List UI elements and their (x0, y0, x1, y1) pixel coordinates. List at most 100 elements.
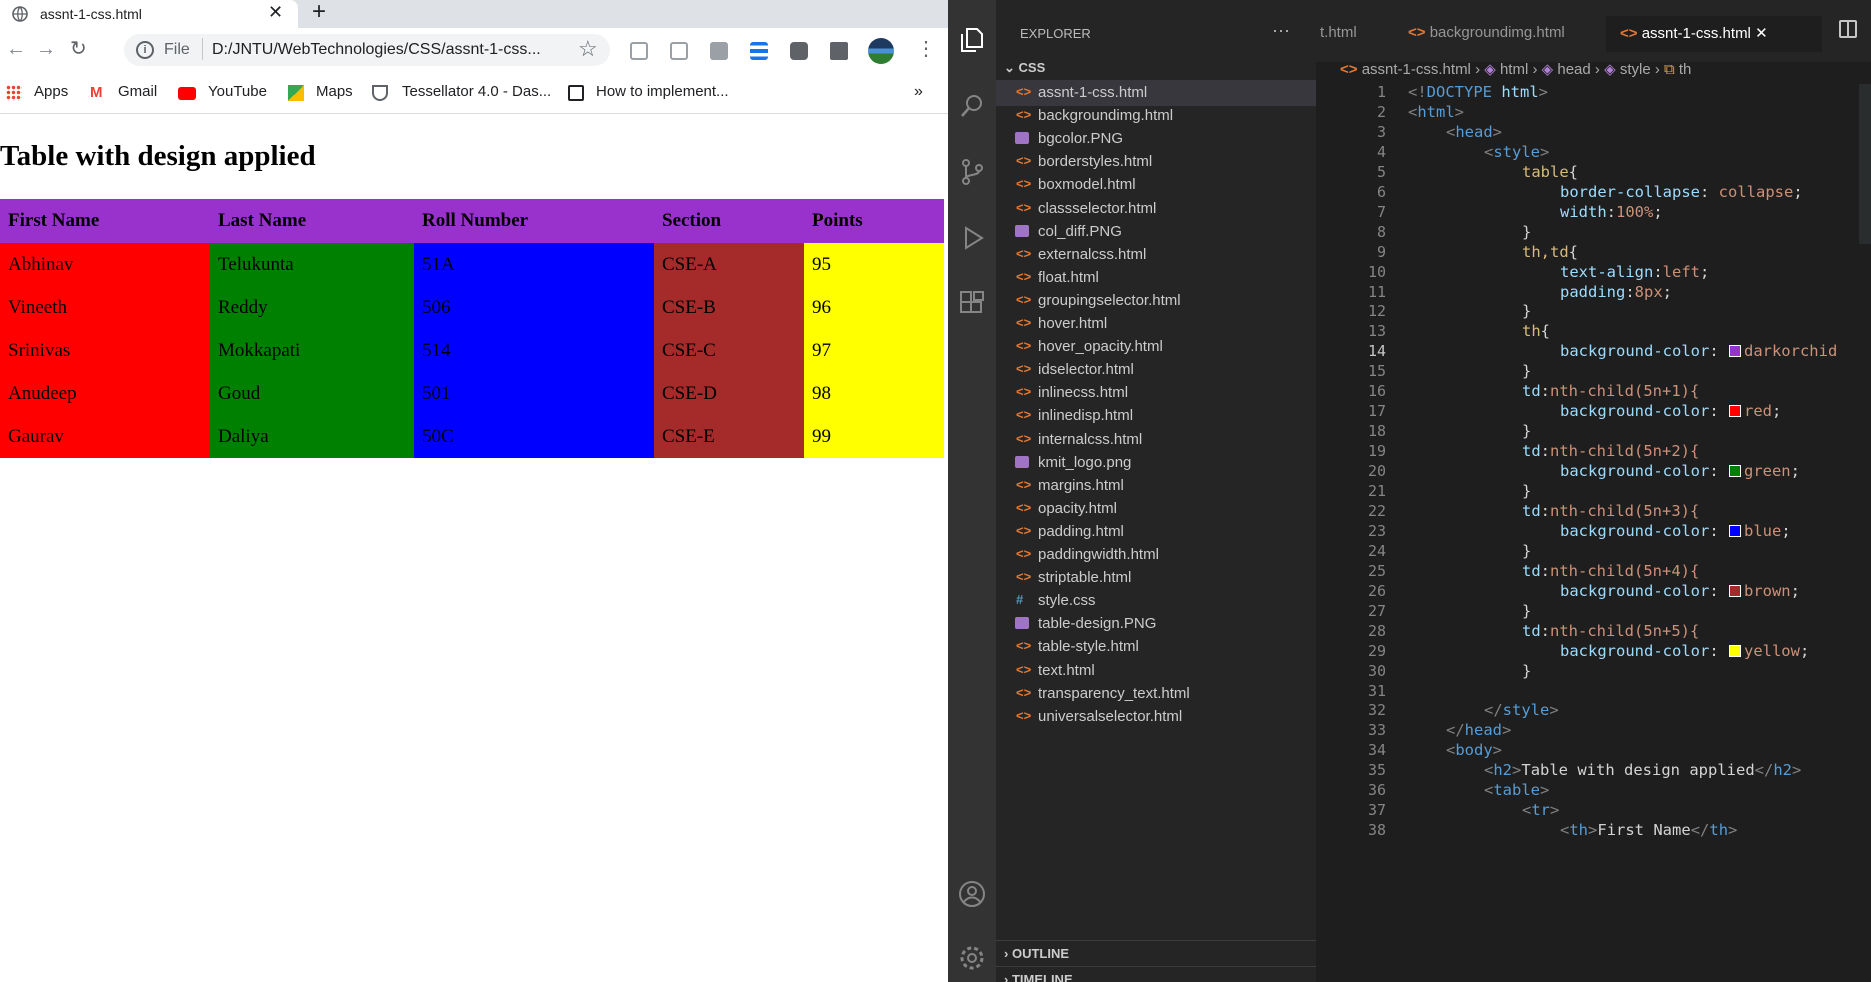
bookmark-maps[interactable]: Maps (316, 83, 353, 100)
file-item[interactable]: <> borderstyles.html (996, 149, 1316, 175)
file-item[interactable]: kmit_logo.png (996, 450, 1316, 476)
html-file-icon: <> (1016, 430, 1032, 446)
table-cell: Daliya (210, 415, 414, 458)
file-item[interactable]: table-design.PNG (996, 611, 1316, 637)
explorer-title: EXPLORER (1020, 26, 1091, 41)
file-item[interactable]: <> float.html (996, 265, 1316, 291)
editor-tab[interactable]: <> backgroundimg.html (1394, 16, 1604, 52)
extensions-icon[interactable] (958, 290, 986, 318)
back-button[interactable]: ← (6, 38, 26, 60)
minimap[interactable] (1859, 84, 1871, 244)
terminal-icon (568, 85, 584, 101)
settings-gear-icon[interactable] (958, 944, 986, 972)
color-swatch[interactable] (1728, 465, 1741, 478)
color-swatch[interactable] (1728, 405, 1741, 418)
extension-icon[interactable] (750, 42, 768, 60)
forward-button[interactable]: → (36, 38, 56, 60)
file-item[interactable]: # style.css (996, 588, 1316, 614)
pdf-extension-icon[interactable] (710, 42, 728, 60)
bookmarks-overflow-button[interactable]: » (914, 83, 923, 101)
close-tab-icon[interactable]: ✕ (1755, 25, 1768, 42)
file-item[interactable]: <> backgroundimg.html (996, 103, 1316, 129)
browser-tab[interactable]: assnt-1-css.html ✕ (0, 0, 298, 28)
bookmark-tessellator[interactable]: Tessellator 4.0 - Das... (402, 83, 551, 100)
file-item[interactable]: <> universalselector.html (996, 704, 1316, 730)
breadcrumb-file[interactable]: assnt-1-css.html (1362, 61, 1471, 78)
run-debug-icon[interactable] (958, 224, 986, 252)
html-file-icon: <> (1016, 707, 1032, 723)
explorer-files-icon[interactable] (958, 26, 986, 54)
file-item[interactable]: <> paddingwidth.html (996, 542, 1316, 568)
close-tab-icon[interactable]: ✕ (268, 2, 283, 22)
breadcrumb-item[interactable]: html (1500, 61, 1528, 78)
split-editor-icon[interactable] (1839, 20, 1857, 38)
extension-icon[interactable] (670, 42, 688, 60)
file-item[interactable]: <> boxmodel.html (996, 172, 1316, 198)
table-cell: Goud (210, 372, 414, 415)
file-item[interactable]: <> text.html (996, 658, 1316, 684)
url-text[interactable]: D:/JNTU/WebTechnologies/CSS/assnt-1-css.… (212, 41, 541, 59)
file-name: padding.html (1038, 522, 1124, 540)
avatar[interactable] (868, 38, 894, 64)
bookmark-gmail[interactable]: Gmail (118, 83, 157, 100)
table-cell: CSE-A (654, 243, 804, 286)
color-swatch[interactable] (1728, 584, 1741, 597)
file-item[interactable]: <> classselector.html (996, 196, 1316, 222)
address-bar[interactable]: i File D:/JNTU/WebTechnologies/CSS/assnt… (124, 34, 610, 66)
bookmark-youtube[interactable]: YouTube (208, 83, 267, 100)
table-row: Vineeth Reddy 506 CSE-B 96 (0, 286, 944, 329)
reload-button[interactable]: ↻ (70, 38, 87, 60)
search-icon[interactable] (958, 92, 986, 120)
file-item[interactable]: <> table-style.html (996, 634, 1316, 660)
bookmark-star-icon[interactable]: ☆ (578, 36, 598, 62)
file-item[interactable]: <> idselector.html (996, 357, 1316, 383)
code-editor[interactable]: 1 <!DOCTYPE html> 2 <html> 3 <head> 4 <style> 5 t… (1316, 83, 1871, 982)
file-name: idselector.html (1038, 361, 1134, 379)
file-item[interactable]: <> groupingselector.html (996, 288, 1316, 314)
html-file-icon: <> (1016, 384, 1032, 400)
file-item[interactable]: <> opacity.html (996, 496, 1316, 522)
html-file-icon: <> (1016, 569, 1032, 585)
color-swatch[interactable] (1728, 524, 1741, 537)
file-item[interactable]: <> hover.html (996, 311, 1316, 337)
color-swatch[interactable] (1728, 345, 1741, 358)
file-item[interactable]: <> margins.html (996, 473, 1316, 499)
breadcrumb-item[interactable]: th (1679, 61, 1692, 78)
file-item[interactable]: <> internalcss.html (996, 427, 1316, 453)
editor-tab-bar: t.html <> backgroundimg.html <> assnt-1-… (1316, 0, 1871, 62)
file-item[interactable]: <> assnt-1-css.html (996, 80, 1316, 106)
new-tab-button[interactable]: + (312, 0, 326, 24)
color-swatch[interactable] (1728, 644, 1741, 657)
puzzle-icon[interactable] (830, 42, 848, 60)
file-item[interactable]: <> padding.html (996, 519, 1316, 545)
file-item[interactable]: <> hover_opacity.html (996, 334, 1316, 360)
camera-icon[interactable] (790, 42, 808, 60)
apps-grid-icon (6, 85, 22, 101)
folder-header[interactable]: ⌄ CSS (1004, 60, 1045, 76)
source-control-icon[interactable] (958, 158, 986, 186)
breadcrumb-item[interactable]: head (1557, 61, 1590, 78)
more-actions-button[interactable]: ··· (1272, 20, 1290, 41)
table-row: Abhinav Telukunta 51A CSE-A 95 (0, 243, 944, 286)
breadcrumb-item[interactable]: style (1620, 61, 1651, 78)
account-icon[interactable] (958, 880, 986, 908)
bookmark-how-to-implement[interactable]: How to implement... (596, 83, 729, 100)
file-item[interactable]: col_diff.PNG (996, 219, 1316, 245)
file-item[interactable]: bgcolor.PNG (996, 126, 1316, 152)
file-item[interactable]: <> externalcss.html (996, 242, 1316, 268)
file-item[interactable]: <> striptable.html (996, 565, 1316, 591)
info-icon[interactable]: i (136, 41, 154, 59)
timeline-panel[interactable]: › TIMELINE (996, 966, 1316, 982)
bookmark-apps[interactable]: Apps (34, 83, 68, 100)
file-name: style.css (1038, 592, 1096, 610)
menu-kebab-icon[interactable]: ⋮ (916, 38, 936, 60)
file-name: transparency_text.html (1038, 684, 1190, 702)
file-item[interactable]: <> inlinedisp.html (996, 403, 1316, 429)
editor-tab-active[interactable]: <> assnt-1-css.html ✕ (1606, 16, 1822, 52)
file-item[interactable]: <> transparency_text.html (996, 681, 1316, 707)
file-item[interactable]: <> inlinecss.html (996, 380, 1316, 406)
outline-panel[interactable]: › OUTLINE (996, 940, 1316, 964)
extension-icon[interactable] (630, 42, 648, 60)
editor-tab[interactable]: t.html (1316, 16, 1392, 52)
url-scheme: File (164, 41, 190, 58)
